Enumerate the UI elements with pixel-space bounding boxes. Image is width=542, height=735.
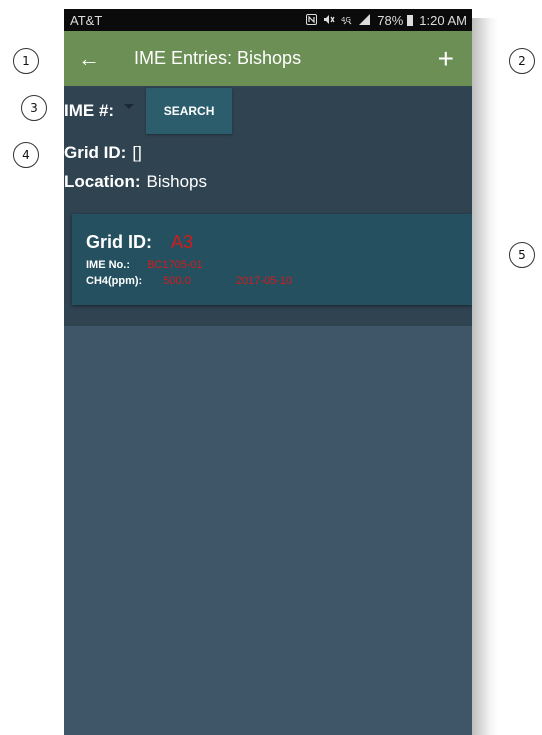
grid-id-label: Grid ID:	[64, 143, 127, 162]
carrier-label: AT&T	[70, 12, 103, 28]
status-bar: AT&T 4G 78% 1:20 AM	[64, 9, 472, 31]
callout-1: 1	[13, 48, 39, 74]
signal-icon	[359, 13, 371, 28]
entry-card[interactable]: Grid ID: A3 IME No.: BC1705-01 CH4(ppm):…	[72, 214, 472, 305]
entry-date: 2017-05-10	[235, 275, 293, 287]
entry-ch4-label: CH4(ppm):	[86, 275, 143, 287]
entry-grid-id: Grid ID: A3	[86, 232, 193, 253]
search-button[interactable]: SEARCH	[146, 88, 233, 134]
back-arrow-icon[interactable]: ←	[78, 46, 104, 72]
entry-ime-label: IME No.:	[86, 259, 130, 271]
entry-grid-label: Grid ID:	[86, 232, 152, 252]
entry-ime-row: IME No.: BC1705-01	[86, 259, 203, 271]
nfc-icon	[306, 13, 318, 28]
filter-form: IME #: SEARCH Grid ID: [] Location: Bish…	[64, 86, 472, 326]
entry-ch4-value: 500.0	[163, 275, 191, 287]
phone-shadow	[472, 18, 498, 735]
page-title: IME Entries: Bishops	[134, 48, 302, 68]
grid-id-value: []	[132, 143, 142, 162]
ime-filter-row: IME #: SEARCH	[64, 86, 233, 136]
add-entry-icon[interactable]: +	[438, 44, 454, 73]
lte-icon: 4G	[341, 13, 353, 28]
app-bar: ← IME Entries: Bishops +	[64, 31, 472, 86]
callout-5: 5	[509, 242, 535, 268]
clock: 1:20 AM	[419, 12, 467, 28]
location-value: Bishops	[146, 172, 207, 191]
status-icons: 4G 78% 1:20 AM	[306, 13, 467, 28]
location-row: Location: Bishops	[64, 170, 207, 194]
entry-ch4-row: CH4(ppm): 500.0 2017-05-10	[86, 275, 292, 287]
entry-ime-value: BC1705-01	[147, 259, 203, 271]
battery-icon	[407, 14, 414, 26]
phone-screen: AT&T 4G 78% 1:20 AM ← IME Entries: Bisho…	[64, 9, 472, 735]
callout-4: 4	[13, 142, 39, 168]
location-label: Location:	[64, 172, 141, 191]
callout-3: 3	[21, 95, 47, 121]
grid-id-row: Grid ID: []	[64, 141, 142, 165]
entry-grid-value: A3	[171, 232, 194, 252]
battery-level: 78%	[377, 12, 404, 28]
ime-dropdown-arrow-icon[interactable]	[124, 103, 135, 109]
ime-label: IME #:	[64, 101, 115, 120]
callout-2: 2	[509, 48, 535, 74]
entry-list-area	[64, 326, 472, 735]
mute-icon	[323, 13, 335, 28]
